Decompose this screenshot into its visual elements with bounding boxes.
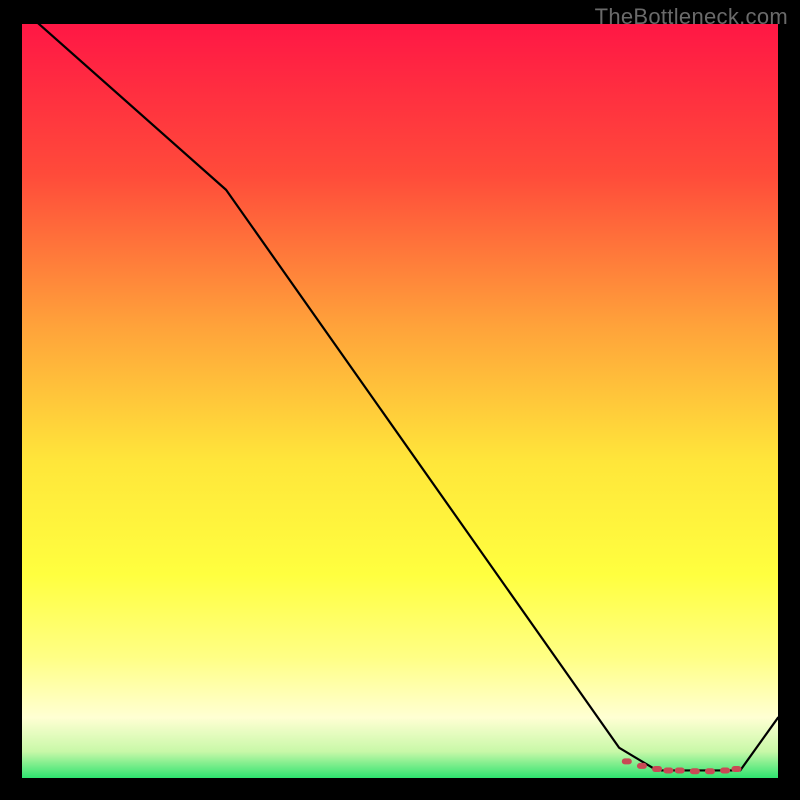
marker-dot (622, 758, 632, 764)
marker-dot (690, 768, 700, 774)
marker-dot (675, 767, 685, 773)
chart-root: TheBottleneck.com (0, 0, 800, 800)
marker-dot (652, 766, 662, 772)
marker-dot (663, 767, 673, 773)
watermark-text: TheBottleneck.com (595, 4, 788, 30)
marker-dot (731, 766, 741, 772)
marker-dot (637, 763, 647, 769)
marker-dot (720, 767, 730, 773)
gradient-background (22, 24, 778, 778)
marker-dot (705, 768, 715, 774)
chart-canvas (0, 0, 800, 800)
